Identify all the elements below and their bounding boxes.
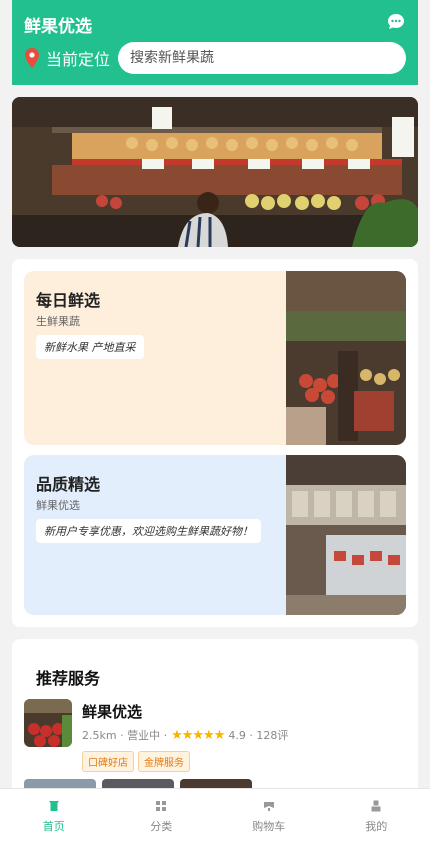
store-badge: 金牌服务 [138,751,190,772]
store-badges: 口碑好店 金牌服务 [82,751,190,772]
current-location-label[interactable]: 当前定位 [46,46,110,70]
quality-pick-card[interactable]: 品质精选 鲜果优选 新用户专享优惠，欢迎选购生鲜果蔬好物！ [24,455,406,615]
feature-cards-section: 每日鲜选 生鲜果蔬 新鲜水果 产地直采 品质精选 鲜果优选 新用户专享优惠，欢迎… [12,259,418,627]
category-grid-icon [156,800,167,811]
card-subtitle: 生鲜果蔬 [36,315,80,328]
chat-bubble-icon[interactable] [386,12,406,32]
card-subtitle: 鲜果优选 [36,499,80,512]
card-title: 每日鲜选 [36,291,101,310]
daily-fresh-card[interactable]: 每日鲜选 生鲜果蔬 新鲜水果 产地直采 [24,271,406,445]
market-stall-photo [12,97,418,247]
tab-home[interactable]: 首页 [0,789,108,844]
tab-label: 我的 [365,819,388,833]
cart-icon [263,801,274,811]
store-meta: 2.5km · 营业中 · ★★★★★ 4.9 · 128评 [82,727,289,743]
store-name[interactable]: 鲜果优选 [82,701,142,722]
tab-label: 首页 [42,819,65,833]
card-tag: 新鲜水果 产地直采 [36,335,144,359]
store-thumbnail[interactable] [24,699,72,747]
bottom-tab-bar: 首页 分类 购物车 我的 [0,788,430,844]
header-bar: 鲜果优选 当前定位 [12,0,418,85]
tab-label: 购物车 [252,819,286,833]
tab-cart[interactable]: 购物车 [215,789,323,844]
user-icon [371,800,381,811]
rating-stars-icon: ★★★★★ [171,727,225,743]
store-status: 营业中 [127,729,161,742]
search-input[interactable] [118,42,406,74]
section-title: 推荐服务 [36,669,101,688]
app-title: 鲜果优选 [24,17,92,37]
home-icon [48,800,59,811]
store-review-count: 128评 [256,729,289,742]
tab-mine[interactable]: 我的 [323,789,430,844]
location-search-row: 当前定位 [24,42,406,74]
store-distance: 2.5km [82,728,117,742]
banner-image[interactable] [12,97,418,247]
app-screen: 鲜果优选 当前定位 搜索新鲜果蔬 每日鲜选 生鲜果蔬 新鲜水果 产地直采 品质精… [0,0,430,844]
location-pin-icon[interactable] [24,48,40,68]
store-badge: 口碑好店 [82,751,134,772]
tab-label: 分类 [150,819,173,833]
produce-market-photo [286,271,406,445]
supermarket-aisle-photo [286,455,406,615]
card-title: 品质精选 [36,475,101,494]
store-rating: 4.9 [228,728,246,742]
card-tag: 新用户专享优惠，欢迎选购生鲜果蔬好物！ [36,519,261,543]
tab-category[interactable]: 分类 [108,789,216,844]
